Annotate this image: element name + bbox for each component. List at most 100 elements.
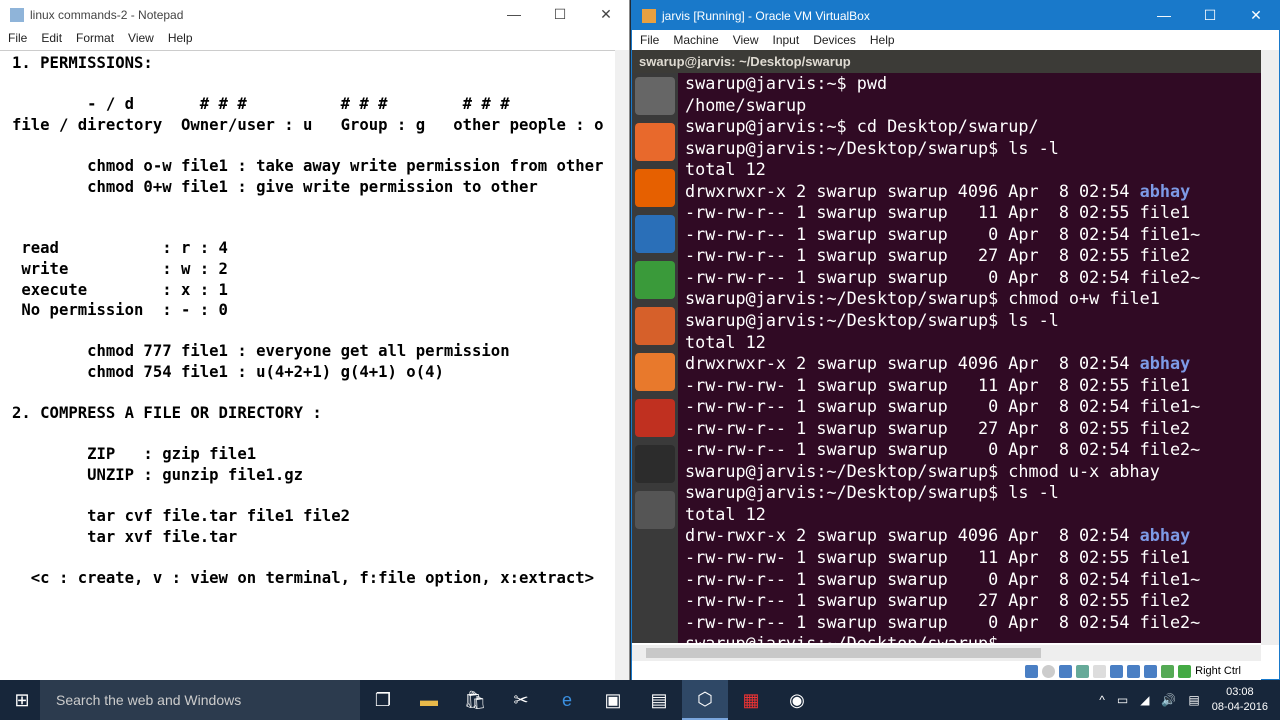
horizontal-scrollbar[interactable] [632, 645, 1261, 661]
menu-file[interactable]: File [640, 33, 659, 47]
terminal-line: drw-rwxr-x 2 swarup swarup 4096 Apr 8 02… [685, 525, 1261, 547]
notepad-text-area[interactable]: 1. PERMISSIONS: - / d # # # # # # # # # f… [0, 50, 616, 680]
terminal-line-text: -rw-rw-rw- 1 swarup swarup 11 Apr 8 02:5… [685, 547, 1191, 568]
directory-name: abhay [1139, 353, 1191, 374]
menu-machine[interactable]: Machine [673, 33, 718, 47]
menu-view[interactable]: View [128, 31, 154, 45]
terminal-line-text: swarup@jarvis:~/Desktop/swarup$ chmod u-… [685, 460, 1160, 481]
terminal-output[interactable]: swarup@jarvis:~$ pwd/home/swarup swarup@j… [678, 73, 1261, 643]
terminal-line-text: -rw-rw-r-- 1 swarup swarup 0 Apr 8 02:54… [685, 568, 1201, 589]
terminal-line: -rw-rw-rw- 1 swarup swarup 11 Apr 8 02:5… [685, 375, 1261, 397]
mouse-integration-icon[interactable] [1161, 664, 1175, 678]
usb-icon[interactable] [1127, 664, 1141, 678]
text-line [12, 321, 616, 342]
directory-name: abhay [1139, 180, 1191, 201]
notepad-titlebar[interactable]: linux commands-2 - Notepad — ☐ ✕ [0, 0, 629, 29]
vertical-scrollbar[interactable] [1261, 50, 1279, 645]
minimize-button[interactable]: — [491, 6, 537, 23]
menu-format[interactable]: Format [76, 31, 114, 45]
close-button[interactable]: ✕ [1233, 7, 1279, 24]
terminal-line: -rw-rw-r-- 1 swarup swarup 0 Apr 8 02:54… [685, 612, 1261, 634]
terminal-line: drwxrwxr-x 2 swarup swarup 4096 Apr 8 02… [685, 353, 1261, 375]
text-line: ZIP : gzip file1 [12, 445, 257, 464]
menu-input[interactable]: Input [773, 33, 800, 47]
software-center-icon[interactable] [635, 353, 675, 391]
menu-devices[interactable]: Devices [813, 33, 856, 47]
clock[interactable]: 03:08 08-04-2016 [1212, 685, 1268, 715]
notepad-scrollbar[interactable] [615, 50, 629, 680]
terminal-line: drwxrwxr-x 2 swarup swarup 4096 Apr 8 02… [685, 181, 1261, 203]
search-box[interactable]: Search the web and Windows [40, 680, 360, 720]
text-line: tar cvf file.tar file1 file2 [12, 507, 350, 526]
office-icon[interactable]: ▦ [728, 680, 774, 720]
menu-file[interactable]: File [8, 31, 27, 45]
volume-icon[interactable]: 🔊 [1161, 693, 1176, 707]
network-icon[interactable] [1076, 664, 1090, 678]
hard-disk-icon[interactable] [1025, 664, 1039, 678]
camera-icon[interactable]: ◉ [774, 680, 820, 720]
firefox-icon[interactable] [635, 169, 675, 207]
text-line: No permission : - : 0 [12, 301, 228, 320]
text-line: - / d # # # # # # # # # [12, 95, 510, 114]
optical-drive-icon[interactable] [1042, 664, 1056, 678]
text-line [12, 197, 616, 218]
writer-icon[interactable] [635, 215, 675, 253]
terminal-line: -rw-rw-r-- 1 swarup swarup 0 Apr 8 02:54… [685, 224, 1261, 246]
menu-help[interactable]: Help [870, 33, 895, 47]
virtualbox-titlebar[interactable]: jarvis [Running] - Oracle VM VirtualBox … [632, 1, 1279, 30]
close-button[interactable]: ✕ [583, 6, 629, 23]
minimize-button[interactable]: — [1141, 7, 1187, 24]
edge-icon[interactable]: e [544, 680, 590, 720]
terminal-line-text: -rw-rw-r-- 1 swarup swarup 0 Apr 8 02:54… [685, 396, 1201, 417]
terminal-line: -rw-rw-rw- 1 swarup swarup 11 Apr 8 02:5… [685, 547, 1261, 569]
calc-icon[interactable] [635, 261, 675, 299]
battery-icon[interactable]: ▭ [1117, 693, 1128, 707]
workspace-icon[interactable] [635, 491, 675, 529]
file-explorer-icon[interactable]: ▬ [406, 680, 452, 720]
terminal-line: swarup@jarvis:~/Desktop/swarup$ ls -l [685, 482, 1261, 504]
files-icon[interactable] [635, 123, 675, 161]
shared-folders-icon[interactable] [1093, 664, 1107, 678]
terminal-icon[interactable] [635, 445, 675, 483]
terminal-line-text: -rw-rw-rw- 1 swarup swarup 11 Apr 8 02:5… [685, 374, 1191, 395]
ubuntu-dash-icon[interactable] [635, 77, 675, 115]
terminal-line: swarup@jarvis:~$ cd Desktop/swarup/ [685, 116, 1261, 138]
audio-icon[interactable] [1059, 664, 1073, 678]
text-line: 2. COMPRESS A FILE OR DIRECTORY : [12, 404, 322, 423]
virtualbox-icon [642, 8, 656, 23]
text-line: 1. PERMISSIONS: [12, 54, 153, 72]
text-line: chmod 777 file1 : everyone get all permi… [12, 342, 510, 361]
maximize-button[interactable]: ☐ [537, 6, 583, 23]
app-icon[interactable]: ▣ [590, 680, 636, 720]
display-icon[interactable] [1110, 664, 1124, 678]
notepad-window: linux commands-2 - Notepad — ☐ ✕ File Ed… [0, 0, 630, 680]
chevron-up-icon[interactable]: ^ [1099, 693, 1105, 707]
terminal-line-text: -rw-rw-r-- 1 swarup swarup 27 Apr 8 02:5… [685, 417, 1191, 438]
wifi-icon[interactable]: ◢ [1140, 693, 1149, 707]
scroll-thumb[interactable] [646, 648, 1041, 658]
keyboard-capture-icon[interactable] [1178, 664, 1192, 678]
notifications-icon[interactable]: ▤ [1188, 693, 1199, 707]
notepad-icon [10, 7, 24, 22]
host-key-label: Right Ctrl [1195, 665, 1241, 677]
terminal-line: -rw-rw-r-- 1 swarup swarup 0 Apr 8 02:54… [685, 396, 1261, 418]
windows-start-icon[interactable]: ⊞ [0, 680, 44, 720]
terminal-line-text: swarup@jarvis:~/Desktop/swarup$ ls -l [685, 137, 1059, 158]
terminal-line-text: drwxrwxr-x 2 swarup swarup 4096 Apr 8 02… [685, 353, 1140, 374]
task-view-icon[interactable]: ❐ [360, 680, 406, 720]
settings-icon[interactable] [635, 399, 675, 437]
virtualbox-taskbar-icon[interactable]: ⬡ [682, 680, 728, 720]
snipping-tool-icon[interactable]: ✂ [498, 680, 544, 720]
menu-view[interactable]: View [733, 33, 759, 47]
menu-help[interactable]: Help [168, 31, 193, 45]
impress-icon[interactable] [635, 307, 675, 345]
text-line [12, 383, 616, 404]
text-line: execute : x : 1 [12, 280, 228, 299]
terminal-line: total 12 [685, 159, 1261, 181]
notepad-taskbar-icon[interactable]: ▤ [636, 680, 682, 720]
store-icon[interactable]: 🛍 [452, 680, 498, 720]
taskbar: ⊞ Search the web and Windows ❐ ▬ 🛍 ✂ e ▣… [0, 680, 1280, 720]
recording-icon[interactable] [1144, 664, 1158, 678]
maximize-button[interactable]: ☐ [1187, 7, 1233, 24]
menu-edit[interactable]: Edit [41, 31, 62, 45]
